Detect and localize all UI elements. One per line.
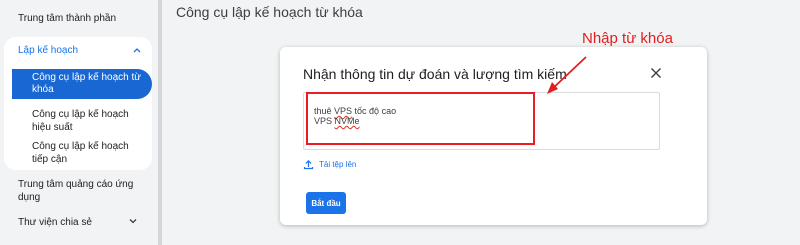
sidebar-item-reach-planner[interactable]: Công cụ lập kế hoạch tiếp cận (32, 140, 147, 166)
annotation-label: Nhập từ khóa (582, 30, 673, 47)
upload-icon (303, 159, 314, 169)
sidebar-item-app-ads-center[interactable]: Trung tâm quảng cáo ứng dụng (18, 178, 148, 204)
upload-file-link[interactable]: Tải tệp lên (303, 157, 356, 171)
sidebar-item-performance-planner[interactable]: Công cụ lập kế hoạch hiệu suất (32, 108, 147, 134)
upload-label: Tải tệp lên (319, 159, 357, 169)
chevron-up-icon (133, 48, 141, 53)
keyword-highlight-box (306, 92, 535, 145)
sidebar-item-components[interactable]: Trung tâm thành phần (18, 12, 116, 25)
dialog-title: Nhận thông tin dự đoán và lượng tìm kiếm (303, 66, 567, 82)
sidebar: Trung tâm thành phần Lập kế hoạch Công c… (0, 0, 160, 245)
sidebar-group-header[interactable]: Lập kế hoạch (18, 45, 142, 59)
close-icon[interactable] (650, 67, 662, 79)
start-button[interactable]: Bắt đầu (306, 192, 346, 214)
sidebar-divider (158, 0, 162, 245)
page-title: Công cụ lập kế hoạch từ khóa (176, 4, 363, 20)
sidebar-item-shared-library[interactable]: Thư viện chia sẻ (18, 216, 92, 229)
sidebar-item-keyword-planner[interactable]: Công cụ lập kế hoạch từ khóa (12, 69, 152, 99)
sidebar-group-label: Lập kế hoạch (18, 45, 79, 56)
sidebar-group-planning: Lập kế hoạch Công cụ lập kế hoạch từ khó… (4, 37, 152, 170)
chevron-down-icon[interactable] (128, 216, 138, 226)
